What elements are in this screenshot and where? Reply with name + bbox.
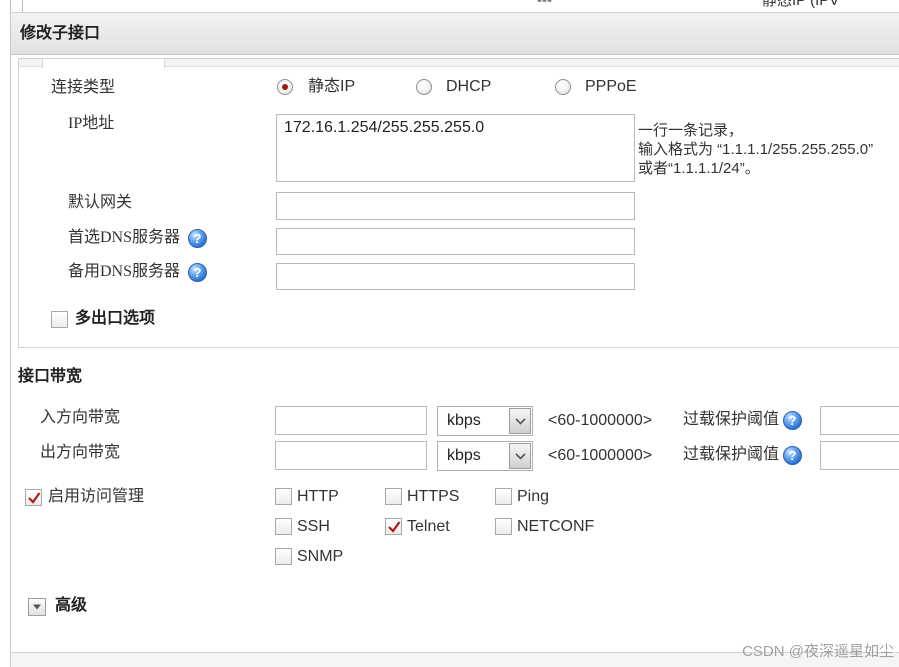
check-icon <box>388 521 401 533</box>
dialog-title-bar[interactable] <box>11 12 899 55</box>
outbound-unit-select[interactable]: kbps <box>437 441 533 471</box>
protocol-label: HTTP <box>297 488 339 505</box>
help-icon[interactable] <box>188 263 207 282</box>
inbound-unit-select[interactable]: kbps <box>437 406 533 436</box>
advanced-label: 高级 <box>55 597 88 614</box>
chevron-down-icon <box>515 453 526 460</box>
background-cell-type: 静态IP (IPV <box>762 0 840 9</box>
access-management-label: 启用访问管理 <box>48 488 145 505</box>
access-management-checkbox[interactable] <box>25 489 42 506</box>
background-cell-dash: --- <box>537 0 552 9</box>
table-gridline <box>10 0 11 12</box>
help-icon[interactable] <box>783 411 802 430</box>
radio-dhcp[interactable] <box>416 79 432 95</box>
protocol-checkbox[interactable] <box>495 488 512 505</box>
outbound-unit-dropdown-button[interactable] <box>509 443 531 469</box>
radio-static-ip[interactable] <box>277 79 293 95</box>
ip-address-textarea[interactable]: 172.16.1.254/255.255.255.0 <box>276 114 635 182</box>
ip-hint-line: 输入格式为 “1.1.1.1/255.255.255.0” <box>638 141 874 158</box>
dialog-left-border <box>10 12 11 667</box>
dialog-title: 修改子接口 <box>20 25 101 42</box>
bandwidth-section-title: 接口带宽 <box>18 368 83 385</box>
advanced-toggle-button[interactable] <box>28 598 46 616</box>
inbound-range-hint: <60-1000000> <box>548 412 653 429</box>
protocol-checkbox[interactable] <box>385 488 402 505</box>
inbound-unit-value: kbps <box>447 412 481 429</box>
protocol-label: SSH <box>297 518 330 535</box>
triangle-down-icon <box>33 604 41 610</box>
outbound-threshold-label: 过载保护阈值 <box>683 446 780 463</box>
inbound-bandwidth-label: 入方向带宽 <box>40 409 121 426</box>
protocol-checkbox[interactable] <box>495 518 512 535</box>
check-icon <box>28 492 41 504</box>
multi-exit-checkbox[interactable] <box>51 311 68 328</box>
protocol-checkbox[interactable] <box>275 518 292 535</box>
radio-dhcp-label: DHCP <box>446 78 492 95</box>
inbound-threshold-input[interactable] <box>820 406 899 435</box>
default-gateway-input[interactable] <box>276 192 635 220</box>
ip-address-hint: 一行一条记录， 输入格式为 “1.1.1.1/255.255.255.0” 或者… <box>638 121 897 178</box>
connection-type-label: 连接类型 <box>51 79 116 96</box>
ip-address-label: IP地址 <box>68 115 115 132</box>
protocol-label: SNMP <box>297 548 344 565</box>
help-icon[interactable] <box>188 229 207 248</box>
radio-static-ip-label: 静态IP <box>308 78 356 95</box>
outbound-threshold-input[interactable] <box>820 441 899 470</box>
secondary-dns-label: 备用DNS服务器 <box>68 263 181 280</box>
inbound-unit-dropdown-button[interactable] <box>509 408 531 434</box>
protocol-checkbox[interactable] <box>275 548 292 565</box>
background-table-strip: --- 静态IP (IPV <box>0 0 899 12</box>
radio-pppoe-label: PPPoE <box>585 78 637 95</box>
table-gridline <box>22 0 23 12</box>
outbound-bandwidth-input[interactable] <box>275 441 427 470</box>
outbound-range-hint: <60-1000000> <box>548 447 653 464</box>
secondary-dns-input[interactable] <box>276 263 635 290</box>
panel-tab[interactable] <box>42 59 165 68</box>
ip-hint-line: 一行一条记录， <box>638 122 744 139</box>
inbound-threshold-label: 过载保护阈值 <box>683 411 780 428</box>
protocol-checkbox[interactable] <box>385 518 402 535</box>
multi-exit-label: 多出口选项 <box>75 310 156 327</box>
protocol-checkbox[interactable] <box>275 488 292 505</box>
protocol-label: HTTPS <box>407 488 460 505</box>
primary-dns-label: 首选DNS服务器 <box>68 229 181 246</box>
chevron-down-icon <box>515 418 526 425</box>
default-gateway-label: 默认网关 <box>68 194 133 211</box>
protocol-label: Telnet <box>407 518 450 535</box>
help-icon[interactable] <box>783 446 802 465</box>
radio-pppoe[interactable] <box>555 79 571 95</box>
outbound-unit-value: kbps <box>447 447 481 464</box>
inbound-bandwidth-input[interactable] <box>275 406 427 435</box>
watermark: CSDN @夜深遥星如尘 <box>742 643 894 660</box>
protocol-label: Ping <box>517 488 550 505</box>
ip-hint-line: 或者“1.1.1.1/24”。 <box>638 160 760 177</box>
outbound-bandwidth-label: 出方向带宽 <box>40 444 121 461</box>
primary-dns-input[interactable] <box>276 228 635 255</box>
protocol-label: NETCONF <box>517 518 595 535</box>
